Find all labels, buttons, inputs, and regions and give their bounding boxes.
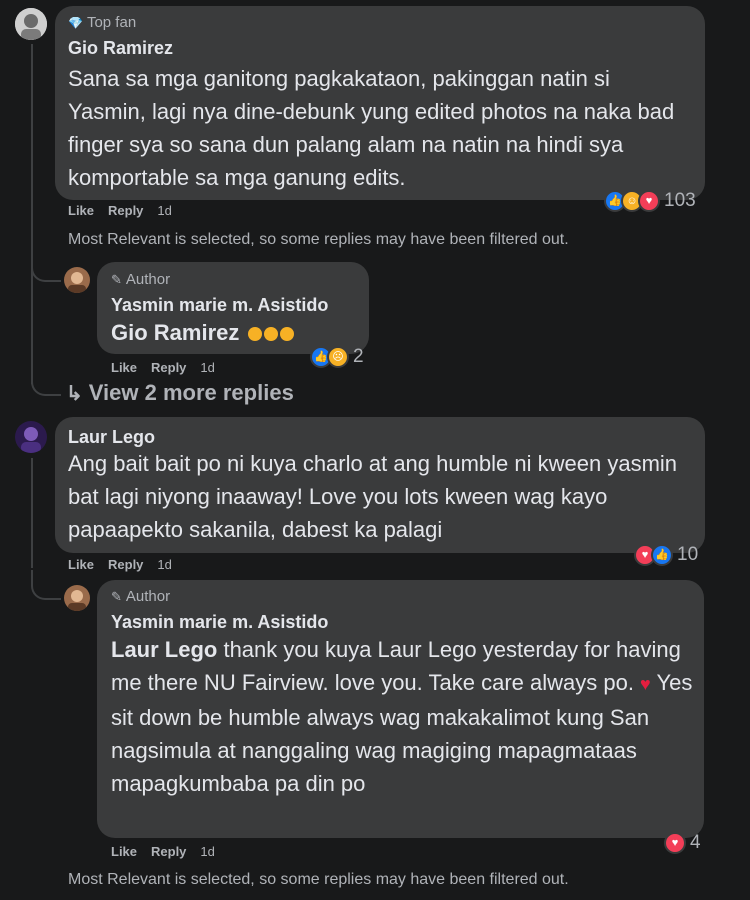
- mention[interactable]: Laur Lego: [111, 637, 217, 662]
- pencil-icon: ✎: [111, 588, 122, 604]
- heart-emoji-icon: ♥: [640, 674, 651, 694]
- author-badge: ✎ Author: [111, 271, 171, 288]
- reply-button[interactable]: Reply: [151, 844, 186, 859]
- like-button[interactable]: Like: [111, 844, 137, 859]
- avatar[interactable]: [64, 585, 90, 611]
- avatar[interactable]: [15, 421, 47, 453]
- like-button[interactable]: Like: [68, 557, 94, 572]
- reply-arrow-icon: ↳: [66, 382, 83, 405]
- reply-button[interactable]: Reply: [151, 360, 186, 375]
- reaction-summary[interactable]: ♥ 👍 10: [634, 544, 698, 566]
- thread-connector: [31, 368, 61, 396]
- reaction-summary[interactable]: 👍 ☹ 2: [310, 346, 364, 368]
- avatar-image: [15, 8, 47, 40]
- comment-actions: Like Reply 1d: [68, 203, 172, 218]
- diamond-icon: 💎: [68, 15, 83, 30]
- reaction-count: 4: [690, 832, 701, 853]
- comment-text: Ang bait bait po ni kuya charlo at ang h…: [68, 451, 678, 542]
- avatar-image: [15, 421, 47, 453]
- view-more-replies-button[interactable]: ↳ View 2 more replies: [66, 380, 294, 406]
- love-reaction-icon: ♥: [638, 190, 660, 212]
- timestamp[interactable]: 1d: [200, 360, 214, 375]
- reply-author[interactable]: Yasmin marie m. Asistido: [111, 612, 328, 633]
- author-badge: ✎ Author: [111, 588, 171, 605]
- sad-reaction-icon: ☹: [327, 346, 349, 368]
- filter-notice: Most Relevant is selected, so some repli…: [68, 231, 569, 248]
- like-button[interactable]: Like: [111, 360, 137, 375]
- avatar[interactable]: [64, 267, 90, 293]
- comment-author[interactable]: Gio Ramirez: [68, 38, 173, 59]
- avatar[interactable]: [15, 8, 47, 40]
- reply-actions: Like Reply 1d: [111, 360, 215, 375]
- reaction-count: 103: [664, 190, 696, 211]
- reply-text: Laur Lego thank you kuya Laur Lego yeste…: [111, 637, 693, 796]
- avatar-image: [64, 585, 90, 611]
- sad-emoji-icon: [247, 327, 262, 342]
- reply-actions: Like Reply 1d: [111, 844, 215, 859]
- thread-line: [31, 458, 33, 568]
- love-reaction-icon: ♥: [664, 832, 686, 854]
- top-fan-badge: 💎 Top fan: [68, 14, 137, 31]
- reply-author[interactable]: Yasmin marie m. Asistido: [111, 295, 328, 316]
- like-reaction-icon: 👍: [651, 544, 673, 566]
- reply-button[interactable]: Reply: [108, 203, 143, 218]
- comment-actions: Like Reply 1d: [68, 557, 172, 572]
- filter-notice: Most Relevant is selected, so some repli…: [68, 871, 569, 888]
- comment-text: Sana sa mga ganitong pagkakataon, paking…: [68, 66, 675, 190]
- like-button[interactable]: Like: [68, 203, 94, 218]
- timestamp[interactable]: 1d: [200, 844, 214, 859]
- comment-author[interactable]: Laur Lego: [68, 427, 155, 448]
- reaction-summary[interactable]: ♥ 4: [664, 832, 701, 854]
- thread-connector: [31, 570, 61, 600]
- timestamp[interactable]: 1d: [157, 203, 171, 218]
- reply-text: Gio Ramirez: [111, 316, 361, 349]
- thread-connector: [31, 250, 61, 282]
- reaction-count: 2: [353, 346, 364, 367]
- sad-emoji-icon: [279, 327, 294, 342]
- reaction-count: 10: [677, 544, 699, 565]
- thread-line: [31, 44, 33, 384]
- avatar-image: [64, 267, 90, 293]
- pencil-icon: ✎: [111, 271, 122, 287]
- reply-button[interactable]: Reply: [108, 557, 143, 572]
- reaction-summary[interactable]: 👍 ☺ ♥ 103: [604, 190, 696, 212]
- timestamp[interactable]: 1d: [157, 557, 171, 572]
- sad-emoji-icon: [263, 327, 278, 342]
- mention[interactable]: Gio Ramirez: [111, 320, 239, 345]
